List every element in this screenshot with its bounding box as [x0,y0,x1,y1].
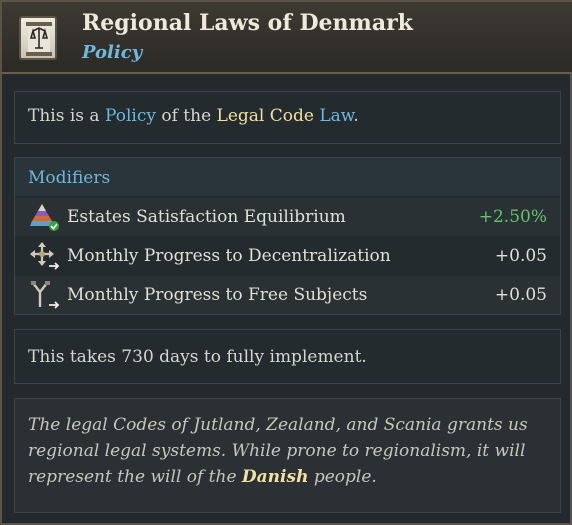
estates-satisfaction-icon [28,202,62,232]
modifiers-box: Modifiers Estates Satisfaction Equilibri… [14,157,561,315]
decentralization-arrows-icon [28,241,62,271]
law-info-box: This is a Policy of the Legal Code Law. [14,91,561,144]
modifier-value: +0.05 [494,246,547,266]
modifier-row[interactable]: Monthly Progress to Free Subjects +0.05 [15,276,560,314]
modifier-label: Monthly Progress to Decentralization [67,246,391,266]
flavor-highlight: Danish [241,467,309,487]
intro-middle: of the [155,106,217,126]
modifier-row[interactable]: Monthly Progress to Decentralization +0.… [15,237,560,275]
implementation-box: This takes 730 days to fully implement. [14,329,561,384]
modifier-label: Estates Satisfaction Equilibrium [67,207,346,227]
policy-type-label: Policy [82,42,143,63]
free-subjects-icon [28,280,62,310]
modifier-label: Monthly Progress to Free Subjects [67,285,368,305]
policy-title: Regional Laws of Denmark [82,10,413,36]
intro-suffix: . [353,106,359,126]
tooltip-header: Regional Laws of Denmark Policy [2,2,572,74]
law-link[interactable]: Law [319,106,353,126]
policy-link[interactable]: Policy [105,106,156,126]
modifier-value: +0.05 [494,285,547,305]
modifiers-title: Modifiers [28,168,111,188]
implementation-text: This takes 730 days to fully implement. [28,347,367,367]
flavor-text: The legal Codes of Jutland, Zealand, and… [28,412,548,490]
intro-prefix: This is a [28,106,105,126]
law-info-text: This is a Policy of the Legal Code Law. [28,106,359,126]
flavor-after: people. [308,467,377,487]
policy-scroll-icon [19,16,57,60]
modifier-row[interactable]: Estates Satisfaction Equilibrium +2.50% [15,198,560,236]
modifier-value: +2.50% [478,207,547,227]
modifiers-header: Modifiers [15,158,560,196]
policy-tooltip: Regional Laws of Denmark Policy This is … [0,0,572,525]
flavor-text-box: The legal Codes of Jutland, Zealand, and… [14,398,561,513]
law-name: Legal Code [216,106,314,126]
